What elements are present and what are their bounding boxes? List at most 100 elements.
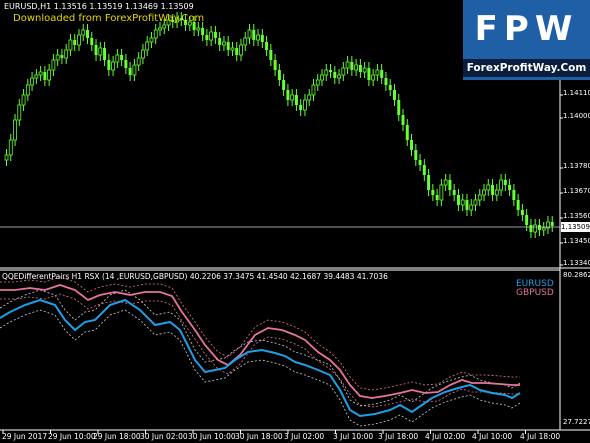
- time-label: 4 Jul 10:00: [472, 432, 513, 441]
- fpw-logo: FPW ForexProfitWay.Com: [463, 0, 590, 80]
- candle-body: [520, 210, 524, 215]
- candle-body: [465, 200, 469, 210]
- candle-body: [392, 90, 396, 100]
- download-note: Downloaded from ForexProfitWay.Com: [13, 13, 205, 24]
- candle-body: [34, 74, 39, 79]
- indicator-info: QQEDifferentPairs H1 RSX (14 ,EURUSD,GBP…: [2, 272, 388, 281]
- candle-body: [107, 60, 111, 70]
- time-label: 4 Jul 18:00: [520, 432, 561, 441]
- candle-body: [17, 104, 22, 121]
- price-label: 1.13340: [563, 259, 590, 267]
- time-label: 30 Jun 02:00: [140, 432, 188, 441]
- candle-body: [13, 119, 17, 141]
- candle-body: [222, 41, 226, 46]
- candle-body: [431, 190, 435, 195]
- logo-letters: FPW: [474, 9, 579, 49]
- candle-body: [120, 55, 124, 60]
- time-label: 29 Jun 18:00: [93, 432, 141, 441]
- candle-body: [25, 84, 30, 96]
- candle-body: [153, 29, 158, 39]
- candle-body: [247, 29, 252, 39]
- candle-body: [81, 29, 86, 36]
- candle-body: [333, 72, 337, 78]
- price-label: 1.13560: [563, 212, 590, 220]
- candle-body: [448, 180, 452, 190]
- candle-body: [218, 38, 222, 45]
- candle-body: [303, 99, 307, 111]
- candle-body: [329, 70, 333, 72]
- candle-body: [443, 179, 448, 186]
- candle-body: [537, 225, 541, 230]
- price-label: 1.14000: [563, 112, 590, 120]
- candle-body: [337, 74, 341, 79]
- candle-body: [8, 139, 13, 156]
- price-label: 1.13450: [563, 237, 590, 245]
- candle-body: [55, 54, 60, 61]
- candle-body: [367, 68, 371, 80]
- candle-body: [405, 125, 409, 140]
- candle-body: [269, 50, 273, 60]
- price-label: 1.13780: [563, 162, 590, 170]
- candle-body: [418, 160, 422, 165]
- candle-body: [401, 115, 405, 125]
- eurusd-line: [0, 298, 521, 418]
- candle-body: [230, 47, 235, 51]
- gbpusd-upper-band: [0, 276, 520, 391]
- candle-body: [226, 42, 230, 50]
- candle-body: [414, 150, 418, 160]
- candle-body: [51, 59, 56, 71]
- candle-body: [307, 94, 312, 101]
- time-label: 3 Jul 10:00: [333, 432, 374, 441]
- candle-body: [494, 189, 499, 196]
- candle-body: [350, 62, 354, 70]
- candle-body: [68, 39, 73, 51]
- candle-body: [397, 100, 401, 115]
- candle-body: [503, 180, 507, 185]
- candle-body: [282, 80, 286, 90]
- candle-body: [290, 94, 295, 101]
- candle-body: [205, 35, 209, 40]
- candle-body: [482, 189, 486, 196]
- chart-window[interactable]: EURUSD,H1 1.13516 1.13519 1.13469 1.1350…: [0, 0, 590, 443]
- price-label: 1.13670: [563, 187, 590, 195]
- candle-body: [128, 68, 132, 75]
- candle-body: [265, 42, 269, 50]
- candle-body: [525, 215, 529, 225]
- candle-body: [550, 222, 554, 226]
- candle-body: [315, 79, 320, 86]
- time-label: 3 Jul 02:00: [284, 432, 325, 441]
- candle-body: [371, 74, 376, 81]
- candle-body: [111, 61, 115, 71]
- candle-body: [86, 30, 90, 38]
- time-label: 29 Jun 10:00: [48, 432, 96, 441]
- candle-body: [512, 190, 516, 200]
- time-label: 30 Jun 18:00: [235, 432, 283, 441]
- logo-site-name: ForexProfitWay.Com: [463, 59, 590, 77]
- candle-body: [162, 24, 167, 29]
- candle-body: [239, 44, 243, 56]
- candle-body: [435, 195, 439, 200]
- current-price-label: 1.13509: [561, 222, 590, 232]
- candle-body: [362, 67, 367, 73]
- candle-body: [60, 55, 64, 58]
- candle-body: [508, 185, 512, 190]
- candle-body: [47, 69, 52, 81]
- candle-body: [196, 27, 201, 31]
- candle-body: [73, 40, 77, 45]
- candle-body: [320, 74, 324, 81]
- indicator-axis-bottom: 27.7227: [563, 418, 590, 426]
- candle-body: [410, 140, 414, 150]
- candle-body: [380, 70, 384, 78]
- candle-body: [256, 34, 260, 41]
- candle-body: [384, 78, 388, 85]
- candle-body: [439, 184, 444, 201]
- candle-body: [243, 37, 248, 46]
- candle-body: [473, 199, 478, 206]
- candle-body: [491, 185, 495, 195]
- candle-body: [213, 32, 217, 38]
- candle-body: [375, 69, 380, 76]
- candle-body: [299, 105, 303, 110]
- candle-body: [141, 49, 145, 59]
- candle-body: [124, 60, 128, 68]
- candle-body: [277, 70, 281, 80]
